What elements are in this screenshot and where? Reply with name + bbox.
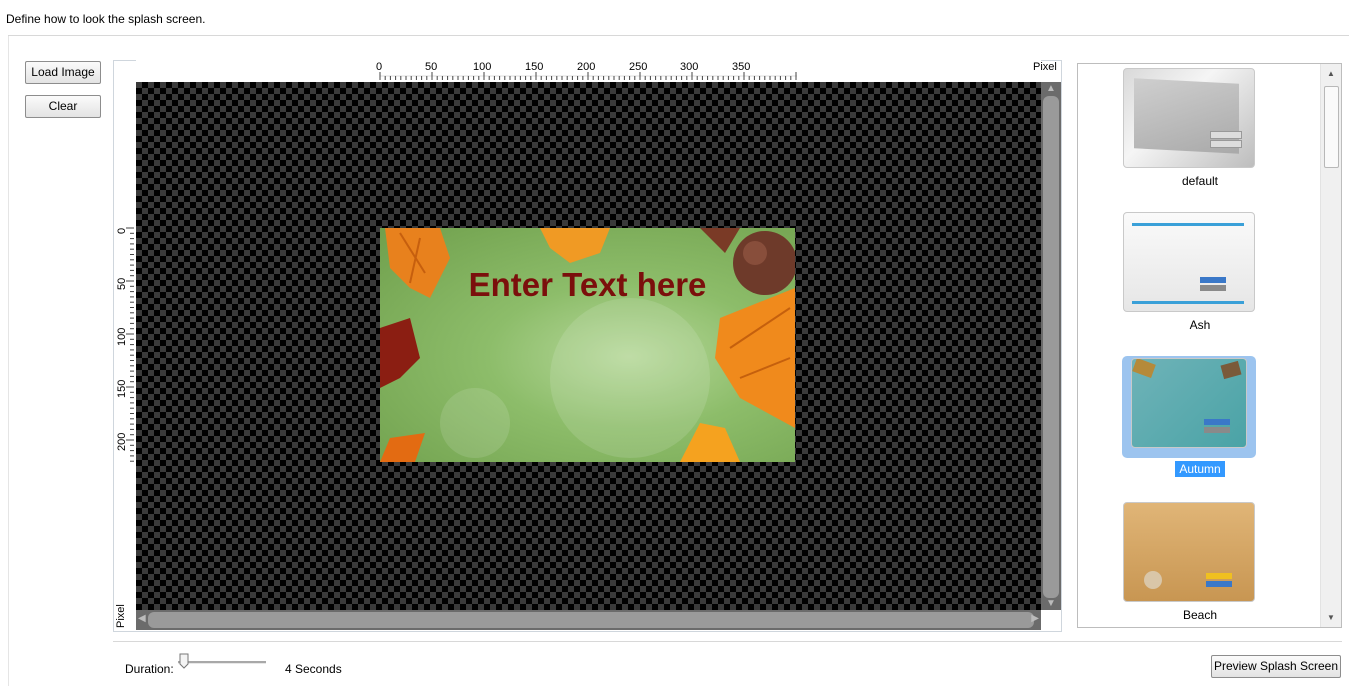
duration-label: Duration: bbox=[125, 662, 174, 676]
canvas-horizontal-scrollbar[interactable]: ◀ ▶ bbox=[136, 610, 1041, 630]
header-divider bbox=[8, 35, 1349, 36]
left-divider bbox=[8, 36, 9, 686]
scroll-right-icon[interactable]: ▶ bbox=[1031, 613, 1039, 624]
y-tick-label: 200 bbox=[116, 432, 128, 451]
scroll-up-icon[interactable]: ▲ bbox=[1327, 69, 1335, 78]
template-autumn-thumbnail[interactable] bbox=[1131, 358, 1247, 448]
horizontal-ruler: 0 50 100 150 200 250 300 350 bbox=[136, 60, 1041, 82]
template-ash-thumbnail[interactable] bbox=[1123, 212, 1255, 312]
template-label[interactable]: default bbox=[1078, 174, 1322, 188]
scrollbar-thumb[interactable] bbox=[148, 612, 1034, 628]
scrollbar-thumb[interactable] bbox=[1324, 86, 1339, 168]
scrollbar-thumb[interactable] bbox=[1043, 96, 1059, 598]
template-label[interactable]: Ash bbox=[1078, 318, 1322, 332]
page-description: Define how to look the splash screen. bbox=[6, 12, 206, 26]
x-tick-label: 50 bbox=[425, 61, 438, 73]
footer-divider bbox=[113, 641, 1342, 642]
gallery-scrollbar[interactable]: ▲ ▼ bbox=[1320, 64, 1341, 627]
splash-text[interactable]: Enter Text here bbox=[380, 266, 795, 304]
y-tick-label: 100 bbox=[116, 327, 128, 346]
template-default-thumbnail[interactable] bbox=[1123, 68, 1255, 168]
y-tick-label: 50 bbox=[116, 277, 128, 290]
autumn-leaves-decoration bbox=[380, 228, 795, 462]
scroll-down-icon[interactable]: ▼ bbox=[1046, 598, 1056, 609]
preview-splash-screen-button[interactable]: Preview Splash Screen bbox=[1211, 655, 1341, 678]
y-tick-label: 150 bbox=[116, 379, 128, 398]
template-gallery[interactable]: default Ash Autumn Beach ▲ ▼ bbox=[1077, 63, 1342, 628]
x-tick-label: 150 bbox=[525, 61, 544, 73]
x-tick-label: 300 bbox=[680, 61, 699, 73]
y-tick-label: 0 bbox=[116, 227, 128, 234]
x-tick-label: 250 bbox=[629, 61, 648, 73]
x-tick-label: 0 bbox=[376, 61, 383, 73]
duration-slider[interactable] bbox=[178, 661, 266, 664]
duration-slider-handle[interactable] bbox=[179, 653, 189, 669]
scroll-down-icon[interactable]: ▼ bbox=[1327, 613, 1335, 622]
canvas-vertical-scrollbar[interactable]: ▲ ▼ bbox=[1041, 82, 1061, 610]
x-tick-label: 100 bbox=[473, 61, 492, 73]
x-tick-label: 200 bbox=[577, 61, 596, 73]
duration-value: 4 Seconds bbox=[285, 662, 342, 676]
ruler-unit-label-vertical: Pixel bbox=[115, 604, 127, 628]
template-beach-thumbnail[interactable] bbox=[1123, 502, 1255, 602]
ruler-unit-label: Pixel bbox=[1033, 61, 1057, 73]
splash-image[interactable]: Enter Text here bbox=[380, 228, 795, 462]
template-label-selected[interactable]: Autumn bbox=[1078, 461, 1322, 477]
vertical-ruler: 0 50 100 150 200 bbox=[114, 82, 136, 628]
x-tick-label: 350 bbox=[732, 61, 751, 73]
load-image-button[interactable]: Load Image bbox=[25, 61, 101, 84]
template-label[interactable]: Beach bbox=[1078, 608, 1322, 622]
scroll-up-icon[interactable]: ▲ bbox=[1046, 83, 1056, 94]
clear-button[interactable]: Clear bbox=[25, 95, 101, 118]
scroll-left-icon[interactable]: ◀ bbox=[138, 613, 146, 624]
